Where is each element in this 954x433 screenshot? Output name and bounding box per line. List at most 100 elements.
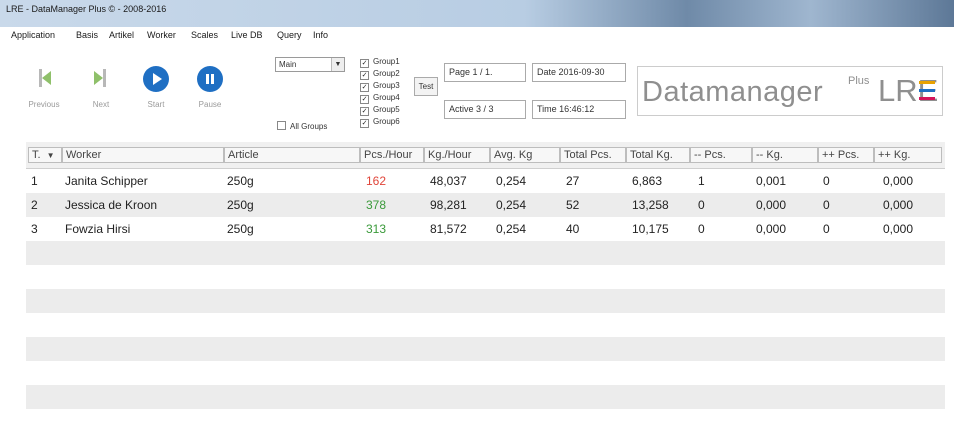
start-label: Start	[147, 100, 165, 109]
checkbox-checked-icon: ✓	[360, 83, 369, 92]
group2-label: Group2	[373, 69, 400, 78]
pause-icon	[197, 66, 223, 92]
menu-bar: Application Basis Artikel Worker Scales …	[0, 29, 954, 43]
cell-kg-hour: 48,037	[430, 174, 467, 188]
worker-table: T. ▼ Worker Article Pcs./Hour Kg./Hour A…	[26, 142, 945, 433]
page-indicator: Page 1 / 1.	[444, 63, 526, 82]
menu-worker[interactable]: Worker	[147, 30, 176, 40]
cell-total-kg: 6,863	[632, 174, 663, 188]
view-select-value: Main	[279, 60, 297, 69]
sort-down-icon: ▼	[46, 151, 55, 160]
empty-row	[26, 409, 945, 433]
menu-artikel[interactable]: Artikel	[109, 30, 134, 40]
cell-article: 250g	[227, 174, 254, 188]
pause-label: Pause	[198, 100, 222, 109]
cell-total-kg: 10,175	[632, 222, 669, 236]
time-display: Time 16:46:12	[532, 100, 626, 119]
cell-plus-pcs: 0	[823, 198, 830, 212]
cell-avg-kg: 0,254	[496, 222, 527, 236]
group4-checkbox[interactable]: ✓ Group4	[360, 93, 400, 104]
next-icon	[88, 66, 114, 92]
cell-plus-pcs: 0	[823, 174, 830, 188]
column-header-minus-pcs[interactable]: -- Pcs.	[690, 147, 752, 163]
cell-article: 250g	[227, 198, 254, 212]
cell-kg-hour: 98,281	[430, 198, 467, 212]
column-header-kg-hour[interactable]: Kg./Hour	[424, 147, 490, 163]
menu-info[interactable]: Info	[313, 30, 328, 40]
active-indicator: Active 3 / 3	[444, 100, 526, 119]
group5-checkbox[interactable]: ✓ Group5	[360, 105, 400, 116]
group1-checkbox[interactable]: ✓ Group1	[360, 57, 400, 68]
menu-basis[interactable]: Basis	[76, 30, 98, 40]
cell-minus-pcs: 1	[698, 174, 705, 188]
column-header-avg-kg[interactable]: Avg. Kg	[490, 147, 560, 163]
group3-checkbox[interactable]: ✓ Group3	[360, 81, 400, 92]
logo-plus-text: Plus	[848, 75, 870, 87]
empty-row	[26, 313, 945, 337]
table-header: T. ▼ Worker Article Pcs./Hour Kg./Hour A…	[26, 142, 945, 169]
previous-icon	[31, 66, 57, 92]
cell-pcs-hour: 378	[366, 198, 387, 212]
column-header-total-kg[interactable]: Total Kg.	[626, 147, 690, 163]
datamanager-logo: Datamanager Plus LRE	[637, 66, 943, 116]
column-header-plus-pcs[interactable]: ++ Pcs.	[818, 147, 874, 163]
logo-main-text: Datamanager	[642, 76, 824, 108]
cell-plus-kg: 0,000	[883, 222, 914, 236]
empty-row	[26, 289, 945, 313]
previous-button[interactable]: Previous	[27, 66, 61, 109]
title-bar: LRE - DataManager Plus © - 2008-2016	[0, 0, 954, 27]
table-row[interactable]: 1 Janita Schipper 250g 162 48,037 0,254 …	[26, 169, 945, 193]
group4-label: Group4	[373, 93, 400, 102]
column-header-plus-kg[interactable]: ++ Kg.	[874, 147, 942, 163]
view-select[interactable]: Main ▼	[275, 57, 345, 72]
cell-pcs-hour: 162	[366, 174, 387, 188]
group2-checkbox[interactable]: ✓ Group2	[360, 69, 400, 80]
column-header-article[interactable]: Article	[224, 147, 360, 163]
group6-label: Group6	[373, 117, 400, 126]
pause-button[interactable]: Pause	[195, 66, 225, 109]
cell-plus-pcs: 0	[823, 222, 830, 236]
checkbox-checked-icon: ✓	[360, 71, 369, 80]
menu-query[interactable]: Query	[277, 30, 302, 40]
checkbox-checked-icon: ✓	[360, 107, 369, 116]
empty-row	[26, 385, 945, 409]
test-button[interactable]: Test	[414, 77, 438, 96]
empty-row	[26, 241, 945, 265]
column-header-pcs-hour[interactable]: Pcs./Hour	[360, 147, 424, 163]
table-row[interactable]: 2 Jessica de Kroon 250g 378 98,281 0,254…	[26, 193, 945, 217]
cell-total-pcs: 52	[566, 198, 580, 212]
start-button[interactable]: Start	[142, 66, 170, 109]
column-header-total-pcs[interactable]: Total Pcs.	[560, 147, 626, 163]
play-icon	[143, 66, 169, 92]
cell-avg-kg: 0,254	[496, 198, 527, 212]
cell-minus-pcs: 0	[698, 222, 705, 236]
menu-application[interactable]: Application	[11, 30, 55, 40]
cell-minus-kg: 0,001	[756, 174, 787, 188]
cell-plus-kg: 0,000	[883, 174, 914, 188]
column-header-minus-kg[interactable]: -- Kg.	[752, 147, 818, 163]
group3-label: Group3	[373, 81, 400, 90]
column-header-worker[interactable]: Worker	[62, 147, 224, 163]
logo-bar-magenta	[919, 97, 935, 100]
all-groups-checkbox[interactable]: All Groups	[277, 121, 327, 131]
cell-article: 250g	[227, 222, 254, 236]
menu-live-db[interactable]: Live DB	[231, 30, 263, 40]
cell-minus-kg: 0,000	[756, 222, 787, 236]
logo-bar-orange	[919, 81, 935, 84]
cell-minus-pcs: 0	[698, 198, 705, 212]
cell-total-pcs: 27	[566, 174, 580, 188]
group6-checkbox[interactable]: ✓ Group6	[360, 117, 400, 128]
group1-label: Group1	[373, 57, 400, 66]
cell-pcs-hour: 313	[366, 222, 387, 236]
next-button[interactable]: Next	[88, 66, 114, 109]
column-header-type[interactable]: T. ▼	[28, 147, 62, 163]
table-row[interactable]: 3 Fowzia Hirsi 250g 313 81,572 0,254 40 …	[26, 217, 945, 241]
cell-minus-kg: 0,000	[756, 198, 787, 212]
cell-plus-kg: 0,000	[883, 198, 914, 212]
column-header-label: T.	[32, 149, 41, 161]
checkbox-empty-icon	[277, 121, 286, 130]
checkbox-checked-icon: ✓	[360, 119, 369, 128]
logo-bar-blue	[919, 89, 935, 92]
menu-scales[interactable]: Scales	[191, 30, 218, 40]
empty-row	[26, 361, 945, 385]
